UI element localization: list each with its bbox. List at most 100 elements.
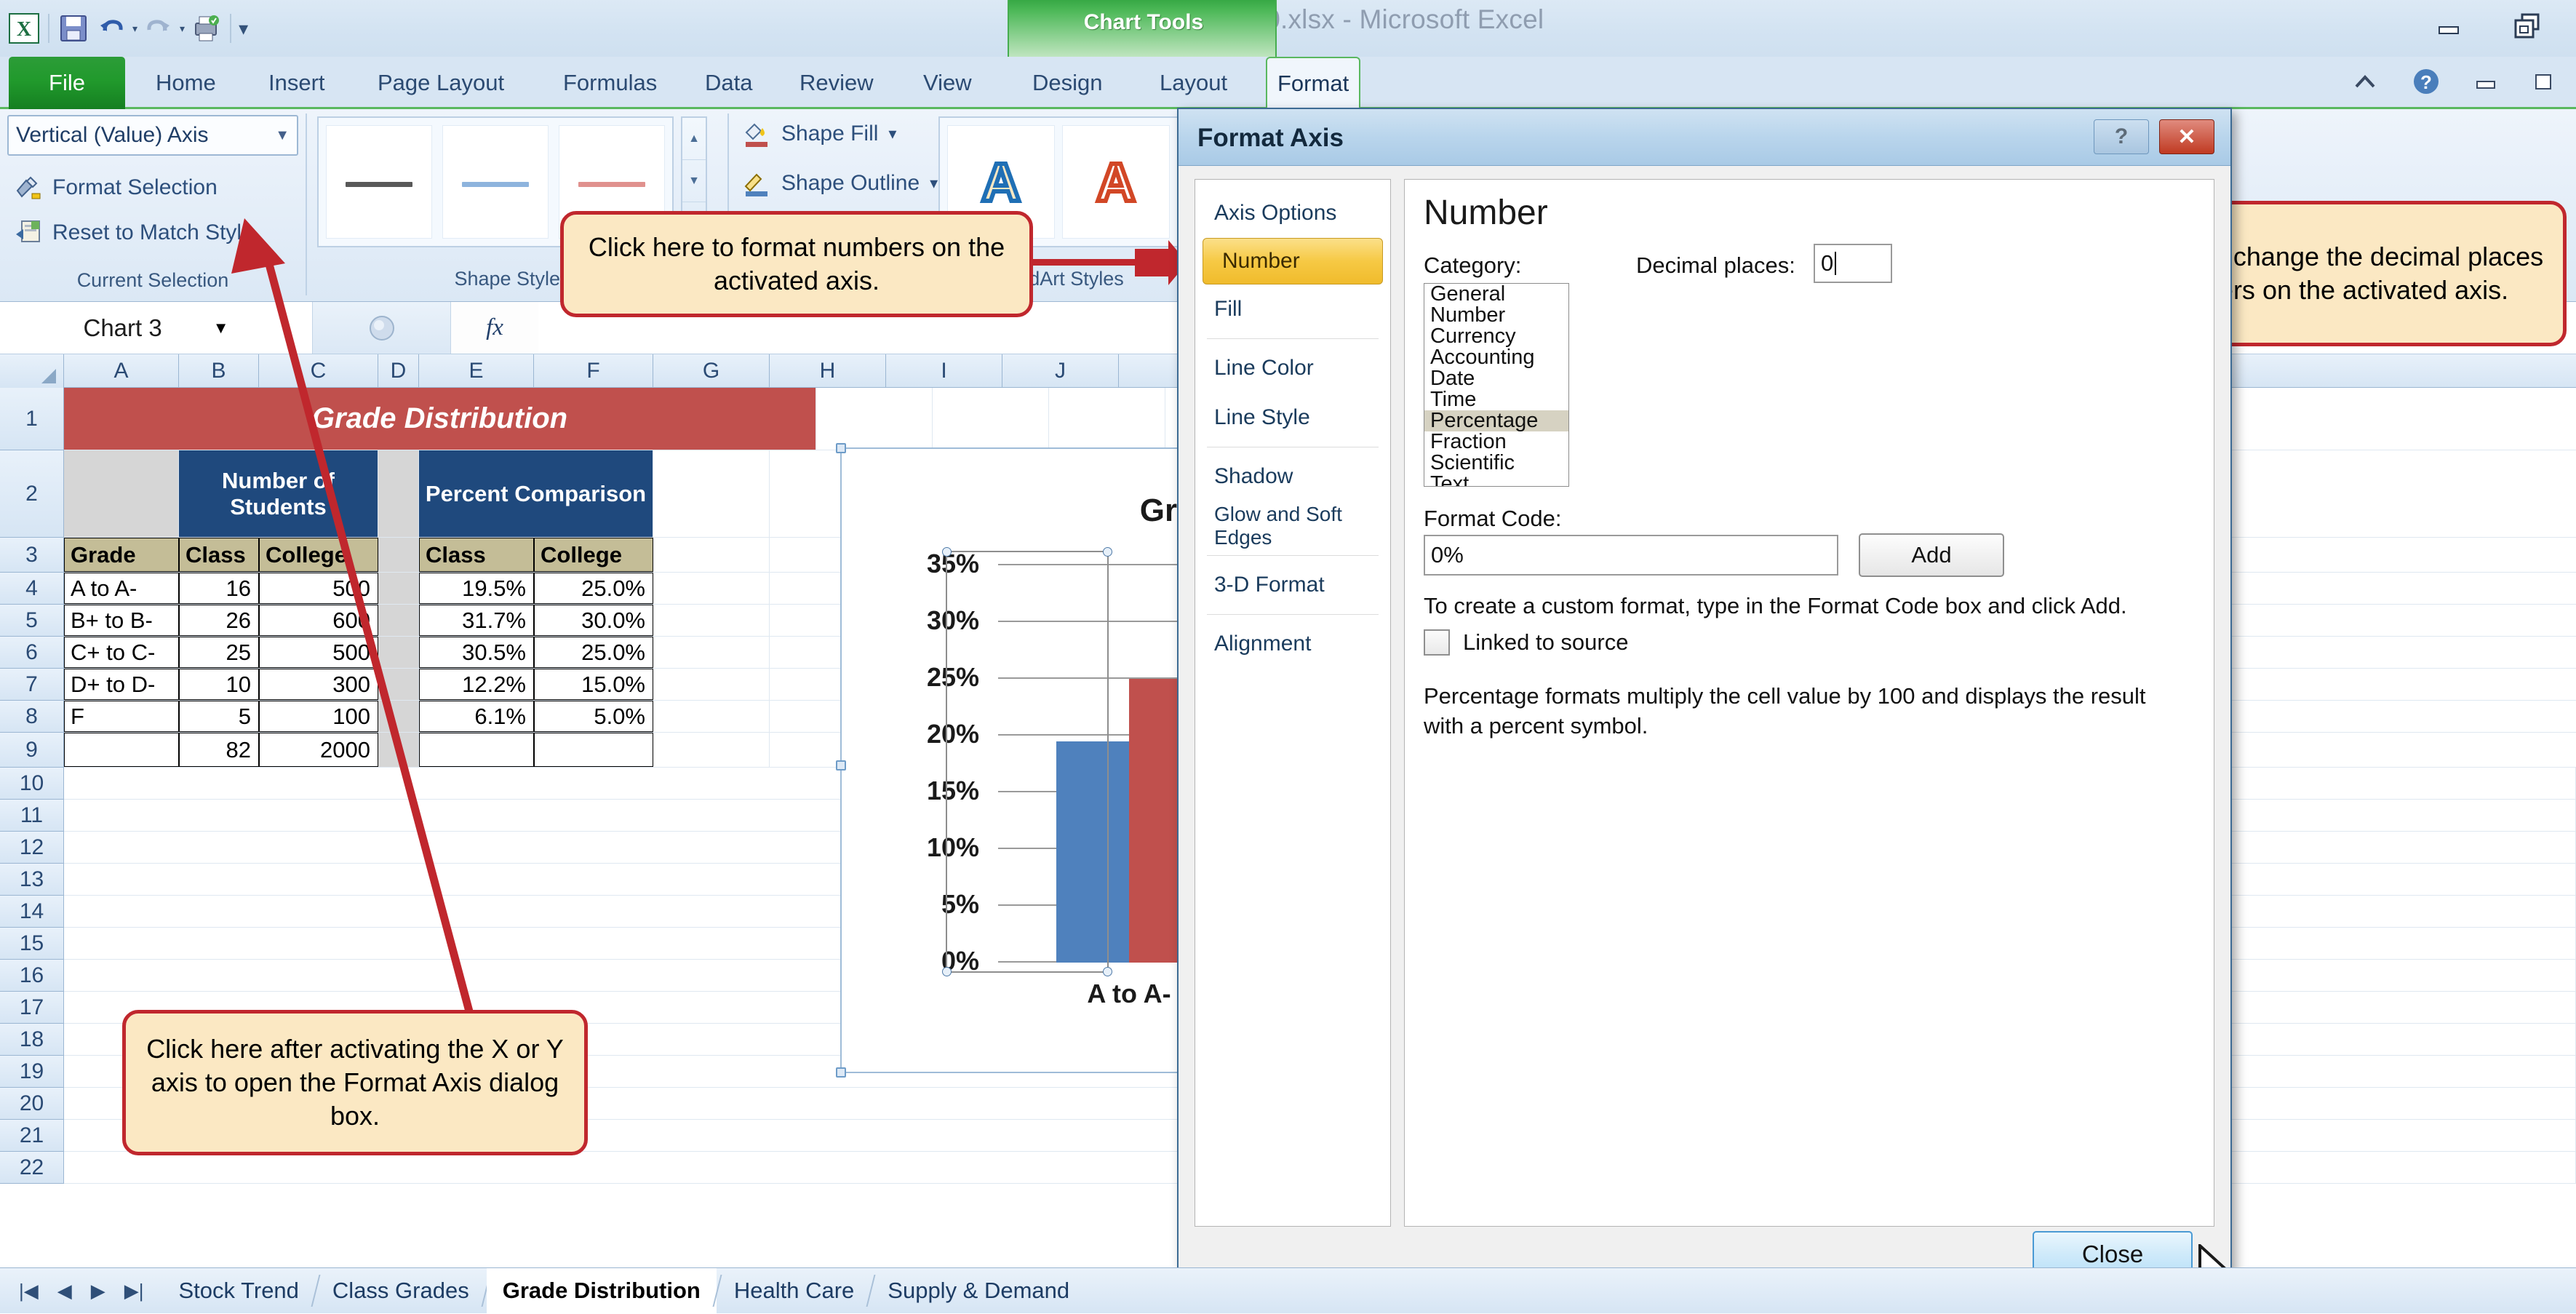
cell-total-grade[interactable] [64,733,179,767]
category-option-date[interactable]: Date [1424,368,1568,389]
first-sheet-icon[interactable]: |◀ [19,1280,39,1302]
cell-blank[interactable] [653,701,770,732]
category-listbox[interactable]: General Number Currency Accounting Date … [1424,283,1569,487]
row-header-4[interactable]: 4 [0,573,64,605]
next-sheet-icon[interactable]: ▶ [91,1280,105,1302]
axis-handle-bl[interactable] [942,967,952,976]
tab-data[interactable]: Data [695,57,762,109]
minimize-ribbon-icon[interactable] [2350,71,2380,96]
linked-to-source-checkbox[interactable] [1424,629,1450,656]
cell-blank[interactable] [816,388,933,450]
cell-grade[interactable]: B+ to B- [64,605,179,636]
gallery-scroll-up-icon[interactable]: ▲ [682,118,706,160]
tab-view[interactable]: View [913,57,982,109]
minimize-window-icon[interactable] [2473,71,2500,96]
cell-blank[interactable] [653,573,770,604]
shape-fill-button[interactable]: Shape Fill ▾ [742,119,896,148]
cell-blank[interactable] [653,669,770,700]
shape-outline-button[interactable]: Shape Outline ▾ [742,169,938,198]
dialog-nav-list[interactable]: Axis Options Number Fill Line Color Line… [1195,179,1391,1227]
category-option-scientific[interactable]: Scientific [1424,453,1568,474]
axis-handle-tr[interactable] [1103,547,1112,557]
restore-down-icon[interactable] [2509,10,2547,42]
chevron-down-icon[interactable]: ▼ [275,127,290,144]
cell-grade[interactable]: D+ to D- [64,669,179,700]
window-controls[interactable] [2431,10,2547,42]
tab-page-layout[interactable]: Page Layout [367,57,514,109]
column-header-A[interactable]: A [64,354,179,388]
category-option-percentage[interactable]: Percentage [1424,410,1568,431]
row-header-2[interactable]: 2 [0,450,64,538]
add-button[interactable]: Add [1859,533,2004,577]
category-option-general[interactable]: General [1424,284,1568,305]
nav-item-line-color[interactable]: Line Color [1195,343,1390,393]
category-option-time[interactable]: Time [1424,389,1568,410]
row-header-17[interactable]: 17 [0,992,64,1024]
sheet-tab-health-care[interactable]: Health Care [718,1268,870,1314]
cell-blank[interactable] [653,605,770,636]
row-header-16[interactable]: 16 [0,960,64,992]
cell-blank[interactable] [653,538,770,572]
axis-handle-br[interactable] [1103,967,1112,976]
format-selection-button[interactable]: Format Selection [13,173,218,202]
nav-item-line-style[interactable]: Line Style [1195,393,1390,442]
cell-college-percent[interactable]: 25.0% [534,573,653,604]
format-axis-dialog[interactable]: Format Axis ? ✕ Axis Options Number Fill… [1177,108,2232,1301]
chart-handle-l[interactable] [836,760,846,771]
nav-item-alignment[interactable]: Alignment [1195,619,1390,669]
dialog-title-bar[interactable]: Format Axis ? ✕ [1179,109,2230,166]
cell-grade[interactable]: C+ to C- [64,637,179,668]
category-option-number[interactable]: Number [1424,305,1568,326]
sheet-tab-grade-distribution[interactable]: Grade Distribution [486,1267,717,1314]
row-header-14[interactable]: 14 [0,896,64,928]
sheet-nav-arrows[interactable]: |◀ ◀ ▶ ▶| [0,1280,163,1302]
cell-grade[interactable]: F [64,701,179,732]
cell-header-college-pct[interactable]: College [534,538,653,572]
column-header-I[interactable]: I [886,354,1002,388]
cell-corner-blank[interactable] [64,450,179,537]
gallery-scroll-down-icon[interactable]: ▼ [682,160,706,202]
tab-file[interactable]: File [9,57,125,109]
decimal-places-input[interactable]: 0 [1814,244,1892,283]
row-header-9[interactable]: 9 [0,733,64,768]
wordart-sample-2[interactable]: A [1062,125,1170,239]
cell-blank[interactable] [653,637,770,668]
tab-format[interactable]: Format [1266,57,1361,109]
row-header-8[interactable]: 8 [0,701,64,733]
category-option-text[interactable]: Text [1424,474,1568,487]
row-header-3[interactable]: 3 [0,538,64,573]
chart-element-dropdown[interactable]: Vertical (Value) Axis ▼ [7,115,298,156]
nav-item-glow-and-soft-edges[interactable]: Glow and Soft Edges [1195,501,1390,551]
row-header-13[interactable]: 13 [0,864,64,896]
axis-handle-tl[interactable] [942,547,952,557]
cell-college-percent[interactable]: 5.0% [534,701,653,732]
row-header-18[interactable]: 18 [0,1024,64,1056]
nav-item-axis-options[interactable]: Axis Options [1195,188,1390,238]
column-header-G[interactable]: G [653,354,770,388]
chart-handle-bl[interactable] [836,1067,846,1078]
sheet-tab-supply-and-demand[interactable]: Supply & Demand [872,1268,1085,1314]
cell-total-college-percent[interactable] [534,733,653,767]
row-header-10[interactable]: 10 [0,768,64,800]
row-header-22[interactable]: 22 [0,1152,64,1184]
select-all-corner[interactable] [0,354,64,388]
linked-to-source-row[interactable]: Linked to source [1424,629,1628,656]
row-header-5[interactable]: 5 [0,605,64,637]
last-sheet-icon[interactable]: ▶| [124,1280,144,1302]
cell-blank[interactable] [653,450,770,537]
shape-fill-dropdown-icon[interactable]: ▾ [888,126,896,142]
column-header-F[interactable]: F [534,354,653,388]
nav-item-3d-format[interactable]: 3-D Format [1195,560,1390,610]
tab-insert[interactable]: Insert [258,57,335,109]
chart-handle-tl[interactable] [836,443,846,453]
tab-formulas[interactable]: Formulas [553,57,667,109]
format-code-input[interactable]: 0% [1424,535,1838,576]
shape-outline-dropdown-icon[interactable]: ▾ [930,175,938,191]
column-header-H[interactable]: H [770,354,886,388]
cell-blank[interactable] [933,388,1049,450]
category-option-accounting[interactable]: Accounting [1424,347,1568,368]
sheet-tab-class-grades[interactable]: Class Grades [316,1268,485,1314]
tab-home[interactable]: Home [145,57,226,109]
row-header-1[interactable]: 1 [0,388,64,450]
tab-layout[interactable]: Layout [1149,57,1237,109]
